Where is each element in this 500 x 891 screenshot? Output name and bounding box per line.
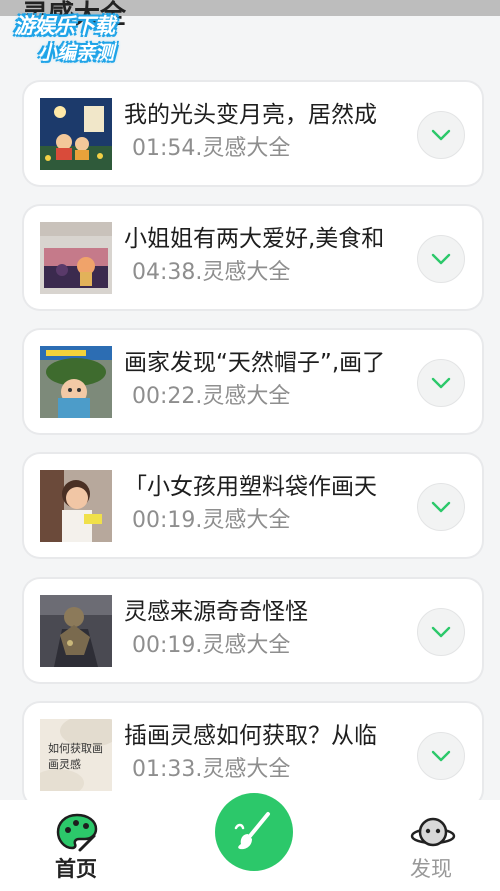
expand-button[interactable]	[417, 732, 465, 780]
expand-button[interactable]	[417, 111, 465, 159]
video-meta: 00:22.灵感大全	[132, 384, 291, 409]
list-item[interactable]: 画家发现“天然帽子”,画了 00:22.灵感大全	[24, 330, 482, 433]
video-meta: 04:38.灵感大全	[132, 260, 291, 285]
video-meta: 01:33.灵感大全	[132, 757, 291, 782]
list-item[interactable]: 如何获取画画灵感 插画灵感如何获取？从临 01:33.灵感大全	[24, 703, 482, 806]
chevron-down-icon	[431, 253, 451, 265]
video-thumbnail[interactable]: 如何获取画画灵感	[40, 719, 112, 791]
expand-button[interactable]	[417, 608, 465, 656]
list-item[interactable]: 我的光头变月亮，居然成 01:54.灵感大全	[24, 82, 482, 185]
tab-home-label: 首页	[55, 857, 97, 881]
video-meta: 00:19.灵感大全	[132, 508, 291, 533]
expand-button[interactable]	[417, 235, 465, 283]
chevron-down-icon	[431, 377, 451, 389]
tab-discover-label: 发现	[410, 857, 452, 881]
expand-button[interactable]	[417, 359, 465, 407]
expand-button[interactable]	[417, 483, 465, 531]
video-title[interactable]: 灵感来源奇奇怪怪	[124, 595, 409, 629]
chevron-down-icon	[431, 626, 451, 638]
create-button[interactable]	[215, 793, 293, 871]
tab-discover[interactable]: 发现	[398, 810, 468, 886]
video-title[interactable]: 小姐姐有两大爱好,美食和	[124, 222, 409, 256]
video-thumbnail[interactable]	[40, 222, 112, 294]
tab-home[interactable]: 首页	[42, 810, 112, 886]
chevron-down-icon	[431, 501, 451, 513]
thumbnail-caption: 如何获取画画灵感	[48, 742, 103, 771]
video-thumbnail[interactable]	[40, 98, 112, 170]
page-title: 灵感大全	[22, 0, 127, 30]
video-thumbnail[interactable]	[40, 346, 112, 418]
video-title[interactable]: 画家发现“天然帽子”,画了	[124, 346, 409, 380]
video-meta: 01:54.灵感大全	[132, 136, 291, 161]
video-title[interactable]: 「小女孩用塑料袋作画天	[124, 470, 409, 504]
chevron-down-icon	[431, 129, 451, 141]
video-meta: 00:19.灵感大全	[132, 633, 291, 658]
list-item[interactable]: 小姐姐有两大爱好,美食和 04:38.灵感大全	[24, 206, 482, 309]
brush-icon	[234, 812, 270, 850]
video-thumbnail[interactable]	[40, 595, 112, 667]
video-title[interactable]: 插画灵感如何获取？从临	[124, 719, 409, 753]
video-thumbnail[interactable]	[40, 470, 112, 542]
palette-icon	[56, 813, 98, 852]
chevron-down-icon	[431, 750, 451, 762]
watermark-line-2: 小编亲测	[38, 42, 115, 64]
list-item[interactable]: 「小女孩用塑料袋作画天 00:19.灵感大全	[24, 454, 482, 557]
list-item[interactable]: 灵感来源奇奇怪怪 00:19.灵感大全	[24, 579, 482, 682]
planet-icon	[410, 817, 456, 847]
video-title[interactable]: 我的光头变月亮，居然成	[124, 98, 409, 132]
